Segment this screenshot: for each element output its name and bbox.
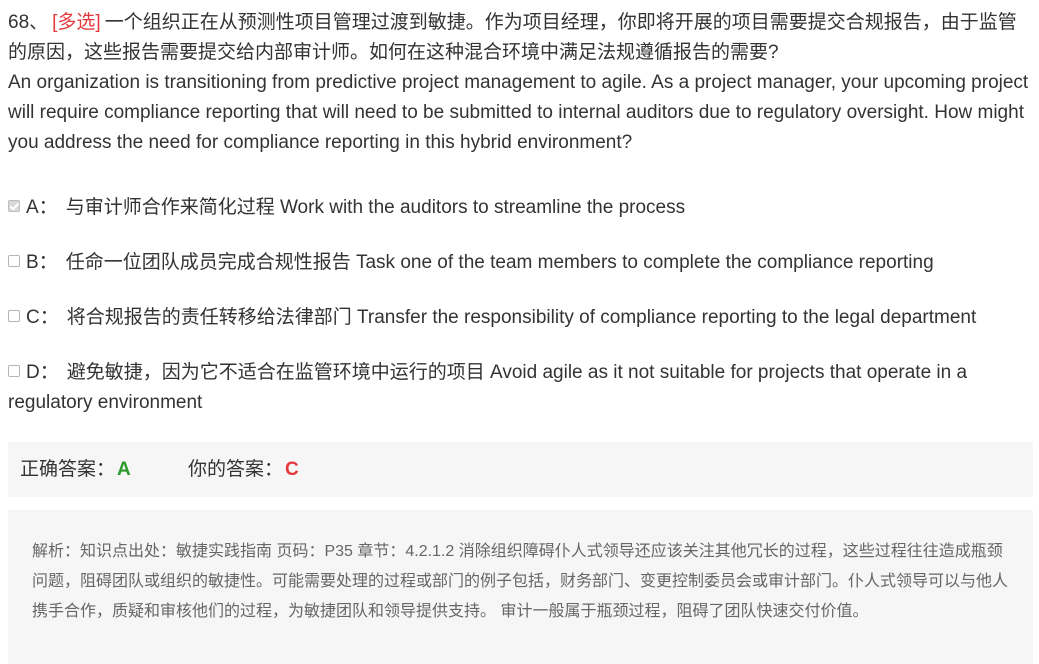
option-b[interactable]: B： 任命一位团队成员完成合规性报告 Task one of the team m… xyxy=(8,248,1034,278)
question-number: 68、 xyxy=(8,12,49,33)
option-letter: B： xyxy=(26,252,58,273)
option-c[interactable]: C： 将合规报告的责任转移给法律部门 Transfer the responsib… xyxy=(8,303,1034,333)
correct-answer-value: A xyxy=(117,459,131,480)
answer-panel: 正确答案： A 你的答案： C xyxy=(8,442,1033,497)
option-text: 避免敏捷，因为它不适合在监管环境中运行的项目 Avoid agile as it… xyxy=(8,362,968,413)
question-stem: 68、 [多选] 一个组织正在从预测性项目管理过渡到敏捷。作为项目经理，你即将开展的… xyxy=(8,8,1034,158)
analysis-text: 解析：知识点出处：敏捷实践指南 页码：P35 章节：4.2.1.2 消除组织障碍… xyxy=(32,543,1009,620)
option-text: 将合规报告的责任转移给法律部门 Transfer the responsibil… xyxy=(66,307,977,328)
option-text: 任命一位团队成员完成合规性报告 Task one of the team mem… xyxy=(65,252,934,273)
option-letter: A： xyxy=(26,197,58,218)
question-type-tag: [多选] xyxy=(52,12,101,33)
checkbox-unchecked-icon[interactable] xyxy=(8,310,20,322)
option-a[interactable]: A： 与审计师合作来简化过程 Work with the auditors to … xyxy=(8,193,1034,223)
option-letter: C： xyxy=(26,307,59,328)
analysis-panel: 解析：知识点出处：敏捷实践指南 页码：P35 章节：4.2.1.2 消除组织障碍… xyxy=(8,510,1033,664)
question-text-zh: 一个组织正在从预测性项目管理过渡到敏捷。作为项目经理，你即将开展的项目需要提交合… xyxy=(8,12,1017,63)
option-letter: D： xyxy=(26,362,59,383)
question-text-en: An organization is transitioning from pr… xyxy=(8,72,1029,153)
options-list: A： 与审计师合作来简化过程 Work with the auditors to … xyxy=(8,193,1034,443)
option-d[interactable]: D： 避免敏捷，因为它不适合在监管环境中运行的项目 Avoid agile as … xyxy=(8,358,1034,418)
option-text: 与审计师合作来简化过程 Work with the auditors to st… xyxy=(65,197,686,218)
correct-answer-label: 正确答案： xyxy=(20,459,116,480)
checkbox-checked-icon[interactable] xyxy=(8,200,20,212)
checkbox-unchecked-icon[interactable] xyxy=(8,365,20,377)
your-answer-value: C xyxy=(285,459,299,480)
your-answer-label: 你的答案： xyxy=(188,459,284,480)
checkbox-unchecked-icon[interactable] xyxy=(8,255,20,267)
